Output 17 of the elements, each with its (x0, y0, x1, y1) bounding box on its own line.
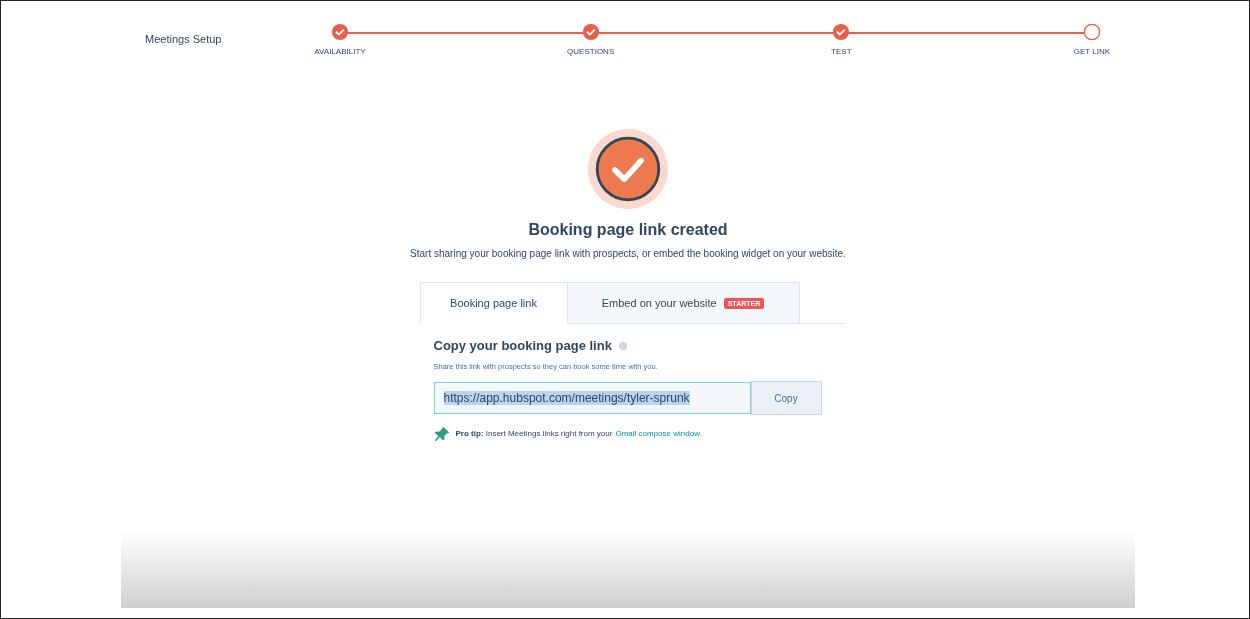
success-description: Start sharing your booking page link with prospects, or embed the booking widget on your website. (410, 248, 846, 259)
tip-text: Pro tip: Insert Meetings links right from your (455, 429, 613, 438)
step-label: GET LINK (1073, 47, 1111, 56)
pushpin-icon (433, 425, 451, 442)
tip-period: . (699, 429, 703, 438)
check-circle-icon (586, 127, 670, 211)
step-label: QUESTIONS (567, 47, 615, 56)
section-heading: Copy your booking page link (433, 338, 612, 353)
gmail-link[interactable]: Gmail compose window (615, 429, 700, 438)
step-label: AVAILABILITY (314, 47, 366, 56)
success-title: Booking page link created (528, 221, 728, 239)
tab[interactable]: Booking page link (419, 282, 568, 324)
info-icon[interactable] (618, 341, 627, 350)
copy-button[interactable]: Copy (750, 381, 822, 415)
url-field[interactable]: https://app.hubspot.com/meetings/tyler-sprunk (433, 382, 751, 414)
step-label: TEST (831, 47, 852, 56)
page-title: Meetings Setup (145, 33, 223, 45)
